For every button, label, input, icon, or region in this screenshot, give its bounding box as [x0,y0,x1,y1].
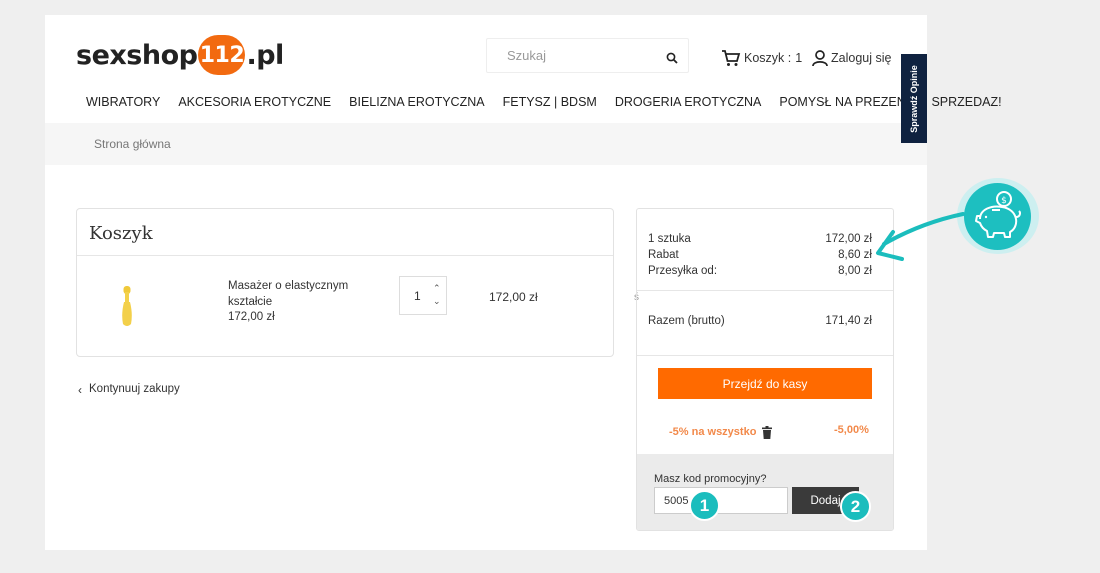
callout-arrow [876,212,965,261]
